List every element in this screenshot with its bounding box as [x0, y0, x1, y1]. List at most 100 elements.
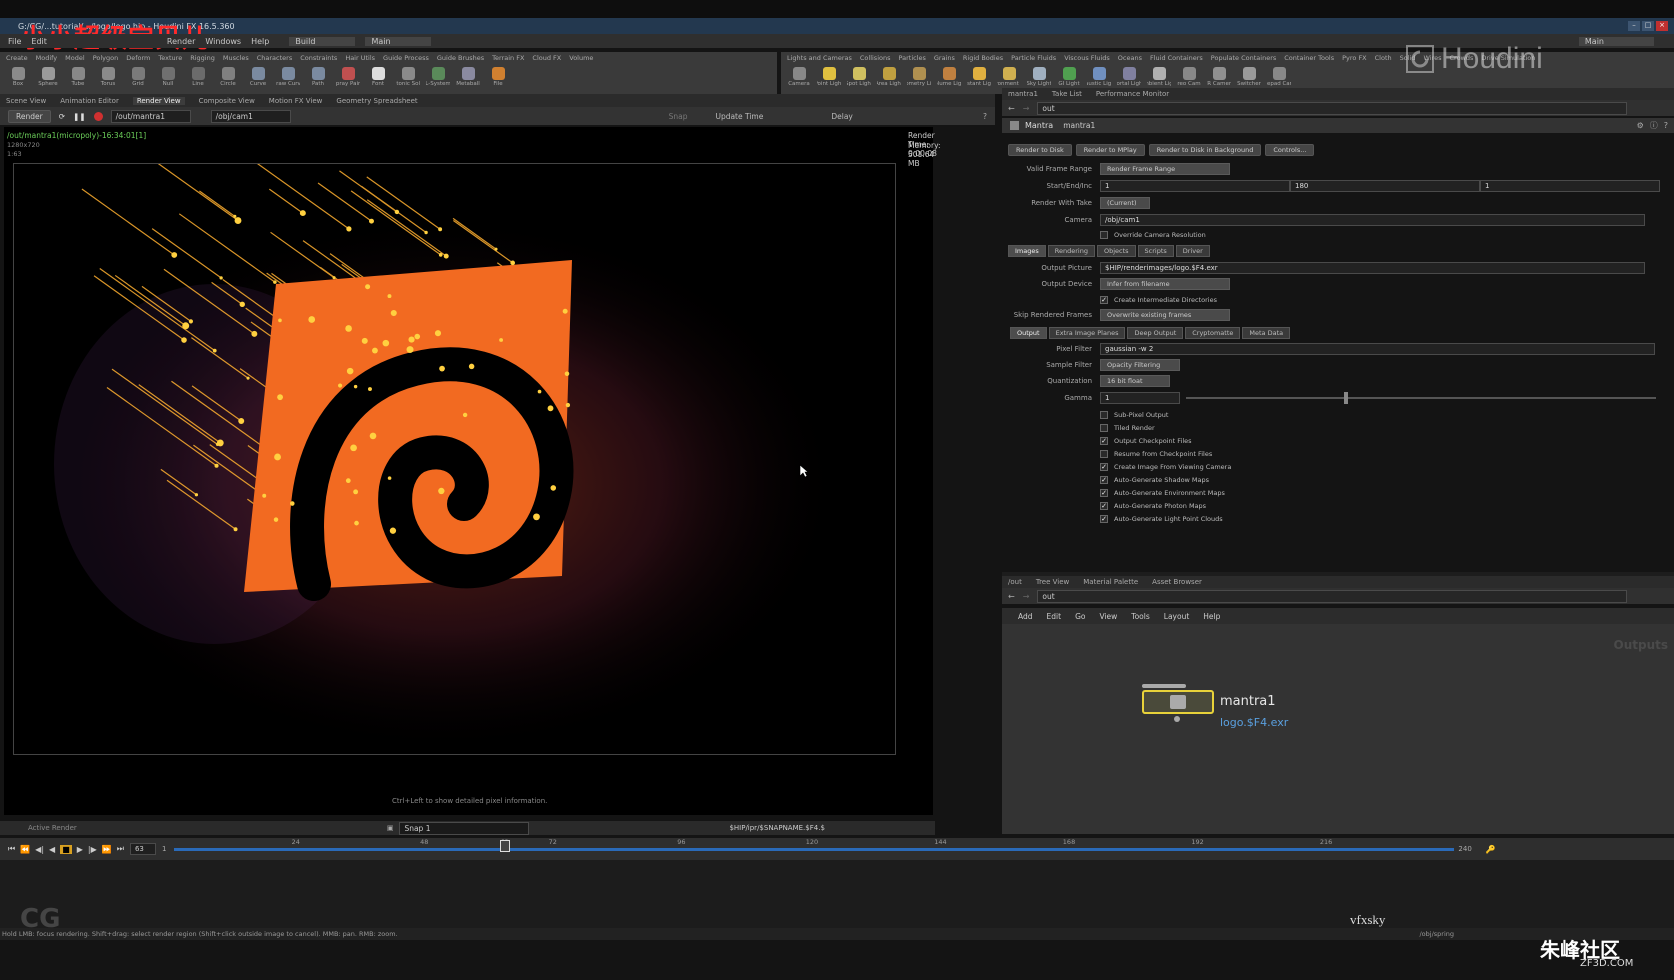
shelf-tool-volume-light[interactable]: Volume Light [937, 67, 961, 87]
jump-end-icon[interactable]: ⏭ [117, 844, 124, 854]
shelf-tab-guide-process[interactable]: Guide Process [383, 54, 429, 62]
maximize-icon[interactable]: □ [1642, 21, 1654, 31]
shelf-tab-hair-utils[interactable]: Hair Utils [345, 54, 375, 62]
snap-label[interactable]: Snap [669, 112, 688, 121]
shelf-tool-circle[interactable]: Circle [216, 67, 240, 87]
shelf-tool-curve[interactable]: Curve [246, 67, 270, 87]
step-forward-icon[interactable]: |▶ [88, 845, 97, 854]
shelf-tab-terrain-fx[interactable]: Terrain FX [492, 54, 524, 62]
shelf-tool-spray-paint[interactable]: Spray Paint [336, 67, 360, 87]
forward-arrow-icon[interactable]: → [1023, 104, 1030, 113]
network-menu-layout[interactable]: Layout [1164, 612, 1190, 621]
pause-icon[interactable]: ❚❚ [73, 112, 86, 121]
shelf-tab-constraints[interactable]: Constraints [300, 54, 337, 62]
shelf-tool-spot-light[interactable]: Spot Light [847, 67, 871, 87]
shelf-tab-grains[interactable]: Grains [934, 54, 955, 62]
play-reverse-icon[interactable]: ◀ [49, 845, 55, 854]
param-subtab-extra-image-planes[interactable]: Extra Image Planes [1048, 326, 1126, 339]
shelf-tab-model[interactable]: Model [65, 54, 85, 62]
timeline-playhead[interactable] [499, 840, 510, 852]
net-forward-arrow-icon[interactable]: → [1023, 592, 1030, 601]
param-tab-rendering[interactable]: Rendering [1047, 244, 1095, 257]
shelf-tab-fluid-containers[interactable]: Fluid Containers [1150, 54, 1203, 62]
create-dirs-checkbox[interactable]: ✓ [1100, 296, 1108, 304]
output-device-menu[interactable]: Infer from filename [1100, 278, 1230, 290]
network-menu-go[interactable]: Go [1075, 612, 1085, 621]
shelf-tool-gamepad-camera[interactable]: Gamepad Camera [1267, 67, 1291, 87]
pane-tab-animation-editor[interactable]: Animation Editor [60, 97, 119, 105]
shelf-tab-pyro-fx[interactable]: Pyro FX [1342, 54, 1367, 62]
camera-field[interactable]: /obj/cam1 [1100, 214, 1645, 226]
sample-filter-menu[interactable]: Opacity Filtering [1100, 359, 1180, 371]
network-menu-view[interactable]: View [1099, 612, 1117, 621]
right-desktop-select[interactable]: Main [1578, 36, 1654, 46]
gamma-field[interactable]: 1 [1100, 392, 1180, 404]
shelf-tool-file[interactable]: File [486, 67, 510, 87]
pixel-filter-field[interactable]: gaussian -w 2 [1100, 343, 1655, 355]
pane-tab-performance-monitor[interactable]: Performance Monitor [1096, 90, 1169, 98]
network-menu-help[interactable]: Help [1203, 612, 1220, 621]
shelf-tab-polygon[interactable]: Polygon [93, 54, 119, 62]
update-time-label[interactable]: Update Time [715, 112, 763, 121]
render-viewport[interactable]: /out/mantra1(micropoly)-16:34:01[1] 1280… [4, 127, 940, 815]
node-name-field[interactable]: mantra1 [1059, 120, 1240, 131]
shelf-tool-stereo-camera[interactable]: Stereo Camera [1177, 67, 1201, 87]
network-tab-asset-browser[interactable]: Asset Browser [1152, 578, 1202, 586]
network-menu-add[interactable]: Add [1018, 612, 1033, 621]
checkbox-resume-from-checkpoint-files[interactable] [1100, 449, 1108, 458]
mantra1-node[interactable] [1142, 690, 1214, 714]
network-path-field[interactable]: out [1037, 589, 1628, 603]
node-input-connector[interactable] [1142, 684, 1186, 688]
shelf-tool-tube[interactable]: Tube [66, 67, 90, 87]
param-tab-images[interactable]: Images [1008, 244, 1046, 257]
pane-tab-take-list[interactable]: Take List [1052, 90, 1082, 98]
skip-frames-menu[interactable]: Overwrite existing frames [1100, 309, 1230, 321]
menu-render[interactable]: Render [167, 37, 195, 46]
shelf-tool-null[interactable]: Null [156, 67, 180, 87]
shelf-tab-oceans[interactable]: Oceans [1118, 54, 1142, 62]
shelf-tool-environment-light[interactable]: Environment Light [997, 67, 1021, 87]
shelf-tab-deform[interactable]: Deform [126, 54, 150, 62]
shelf-tab-muscles[interactable]: Muscles [223, 54, 249, 62]
current-frame-field[interactable]: 63 [129, 843, 156, 855]
desktop-select[interactable]: Build [289, 36, 356, 46]
snapshot-icon[interactable]: ▣ [387, 824, 394, 832]
shelf-tab-viscous-fluids[interactable]: Viscous Fluids [1064, 54, 1110, 62]
shelf-tab-cloud-fx[interactable]: Cloud FX [532, 54, 561, 62]
rop-path-field[interactable]: /out/mantra1 [110, 109, 191, 123]
shelf-tab-particle-fluids[interactable]: Particle Fluids [1011, 54, 1056, 62]
checkbox-create-image-from-viewing-camera[interactable]: ✓ [1100, 462, 1108, 471]
param-tab-driver[interactable]: Driver [1175, 244, 1210, 257]
checkbox-output-checkpoint-files[interactable]: ✓ [1100, 436, 1108, 445]
active-render-select[interactable]: Active Render [28, 824, 77, 832]
button-render-to-disk[interactable]: Render to Disk [1008, 144, 1072, 156]
param-subtab-meta-data[interactable]: Meta Data [1242, 326, 1291, 339]
timeline-track[interactable]: 2448637296120144168192216 [174, 838, 1455, 860]
shelf-tab-modify[interactable]: Modify [36, 54, 58, 62]
shelf-tool-metaball[interactable]: Metaball [456, 67, 480, 87]
shelf-tab-characters[interactable]: Characters [257, 54, 292, 62]
param-subtab-deep-output[interactable]: Deep Output [1127, 326, 1184, 339]
shelf-tool-distant-light[interactable]: Distant Light [967, 67, 991, 87]
shelf-tool-font[interactable]: Font [366, 67, 390, 87]
pane-tab-render-view[interactable]: Render View [132, 96, 185, 105]
menu-help[interactable]: Help [251, 37, 269, 46]
delay-label[interactable]: Delay [831, 112, 853, 121]
shelf-tab-guide-brushes[interactable]: Guide Brushes [437, 54, 484, 62]
shelf-tab-particles[interactable]: Particles [898, 54, 925, 62]
pane-tab-motion-fx-view[interactable]: Motion FX View [269, 97, 323, 105]
shelf-tool-line[interactable]: Line [186, 67, 210, 87]
shelf-tool-caustic-light[interactable]: Caustic Light [1087, 67, 1111, 87]
checkbox-auto-generate-photon-maps[interactable]: ✓ [1100, 501, 1108, 510]
checkbox-auto-generate-light-point-clouds[interactable]: ✓ [1100, 514, 1108, 523]
param-path-field[interactable]: out [1037, 101, 1628, 115]
shelf-tool-geometry-light[interactable]: Geometry Light [907, 67, 931, 87]
shelf-tool-portal-light[interactable]: Portal Light [1117, 67, 1141, 87]
render-button[interactable]: Render [8, 109, 51, 123]
shelf-tool-grid[interactable]: Grid [126, 67, 150, 87]
param-subtab-cryptomatte[interactable]: Cryptomatte [1185, 326, 1241, 339]
shelf-tool-l-system[interactable]: L-System [426, 67, 450, 87]
shelf-tool-point-light[interactable]: Point Light [817, 67, 841, 87]
shelf-tool-draw-curve[interactable]: Draw Curve [276, 67, 300, 87]
shelf-tab-volume[interactable]: Volume [569, 54, 593, 62]
